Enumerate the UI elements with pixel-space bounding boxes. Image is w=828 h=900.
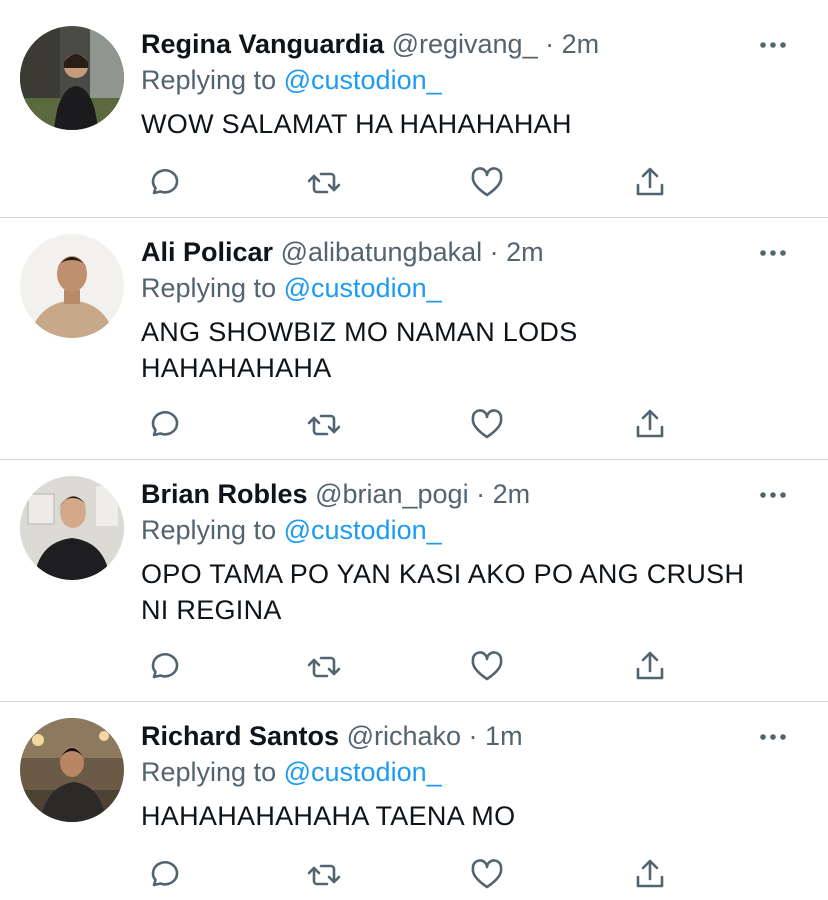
tweet-actions <box>141 405 681 445</box>
tweet-header: Regina Vanguardia @regivang_ · 2m <box>141 24 599 64</box>
replying-to: Replying to @custodion_ <box>141 60 442 100</box>
avatar[interactable] <box>20 476 124 580</box>
reply-icon[interactable] <box>141 855 181 895</box>
replying-to: Replying to @custodion_ <box>141 510 442 550</box>
tweet-header: Brian Robles @brian_pogi · 2m <box>141 474 530 514</box>
mention-link[interactable]: @custodion_ <box>284 65 442 95</box>
retweet-icon[interactable] <box>304 855 344 895</box>
avatar[interactable] <box>20 234 124 338</box>
reply-icon[interactable] <box>141 163 181 203</box>
tweet-header: Ali Policar @alibatungbakal · 2m <box>141 232 544 272</box>
heart-icon[interactable] <box>467 163 507 203</box>
share-icon[interactable] <box>630 405 670 445</box>
display-name[interactable]: Ali Policar <box>141 237 273 267</box>
mention-link[interactable]: @custodion_ <box>284 757 442 787</box>
tweet-text-line: ANG SHOWBIZ MO NAMAN LODS <box>141 317 578 347</box>
tweet-text: OPO TAMA PO YAN KASI AKO PO ANG CRUSH NI… <box>141 556 781 628</box>
user-handle[interactable]: @regivang_ <box>392 29 538 59</box>
replying-to: Replying to @custodion_ <box>141 268 442 308</box>
share-icon[interactable] <box>630 163 670 203</box>
retweet-icon[interactable] <box>304 647 344 687</box>
separator-dot: · <box>489 237 499 267</box>
separator-dot: · <box>545 29 555 59</box>
user-handle[interactable]: @brian_pogi <box>315 479 469 509</box>
replying-to: Replying to @custodion_ <box>141 752 442 792</box>
tweet-actions <box>141 855 681 895</box>
retweet-icon[interactable] <box>304 163 344 203</box>
tweet-header: Richard Santos @richako · 1m <box>141 716 523 756</box>
tweet-text-line: OPO TAMA PO YAN KASI AKO PO ANG CRUSH <box>141 559 745 589</box>
heart-icon[interactable] <box>467 647 507 687</box>
reply-tweet[interactable]: Ali Policar @alibatungbakal · 2m Replyin… <box>0 218 828 460</box>
share-icon[interactable] <box>630 855 670 895</box>
reply-tweet[interactable]: Richard Santos @richako · 1m Replying to… <box>0 702 828 900</box>
reply-tweet[interactable]: Regina Vanguardia @regivang_ · 2m Replyi… <box>0 0 828 218</box>
retweet-icon[interactable] <box>304 405 344 445</box>
mention-link[interactable]: @custodion_ <box>284 515 442 545</box>
more-icon[interactable] <box>758 480 788 510</box>
display-name[interactable]: Brian Robles <box>141 479 308 509</box>
replying-to-label: Replying to <box>141 273 277 303</box>
tweet-text-line: NI REGINA <box>141 595 282 625</box>
more-icon[interactable] <box>758 238 788 268</box>
timestamp[interactable]: 2m <box>506 237 544 267</box>
tweet-actions <box>141 163 681 203</box>
reply-tweet[interactable]: Brian Robles @brian_pogi · 2m Replying t… <box>0 460 828 702</box>
tweet-text: ANG SHOWBIZ MO NAMAN LODS HAHAHAHAHA <box>141 314 781 386</box>
tweet-text-line: HAHAHAHAHA <box>141 353 332 383</box>
timestamp[interactable]: 2m <box>562 29 600 59</box>
tweet-actions <box>141 647 681 687</box>
tweet-text: HAHAHAHAHAHA TAENA MO <box>141 798 781 834</box>
replying-to-label: Replying to <box>141 65 277 95</box>
more-icon[interactable] <box>758 722 788 752</box>
reply-icon[interactable] <box>141 647 181 687</box>
tweet-text-line: WOW SALAMAT HA HAHAHAHAH <box>141 109 572 139</box>
mention-link[interactable]: @custodion_ <box>284 273 442 303</box>
avatar[interactable] <box>20 718 124 822</box>
display-name[interactable]: Regina Vanguardia <box>141 29 384 59</box>
user-handle[interactable]: @alibatungbakal <box>281 237 483 267</box>
timestamp[interactable]: 2m <box>493 479 531 509</box>
tweet-text-line: HAHAHAHAHAHA TAENA MO <box>141 801 516 831</box>
heart-icon[interactable] <box>467 405 507 445</box>
avatar[interactable] <box>20 26 124 130</box>
separator-dot: · <box>476 479 486 509</box>
tweet-text: WOW SALAMAT HA HAHAHAHAH <box>141 106 781 142</box>
separator-dot: · <box>468 721 478 751</box>
reply-icon[interactable] <box>141 405 181 445</box>
timestamp[interactable]: 1m <box>485 721 523 751</box>
replying-to-label: Replying to <box>141 515 277 545</box>
reply-feed: Regina Vanguardia @regivang_ · 2m Replyi… <box>0 0 828 900</box>
more-icon[interactable] <box>758 30 788 60</box>
replying-to-label: Replying to <box>141 757 277 787</box>
share-icon[interactable] <box>630 647 670 687</box>
display-name[interactable]: Richard Santos <box>141 721 339 751</box>
heart-icon[interactable] <box>467 855 507 895</box>
user-handle[interactable]: @richako <box>347 721 461 751</box>
